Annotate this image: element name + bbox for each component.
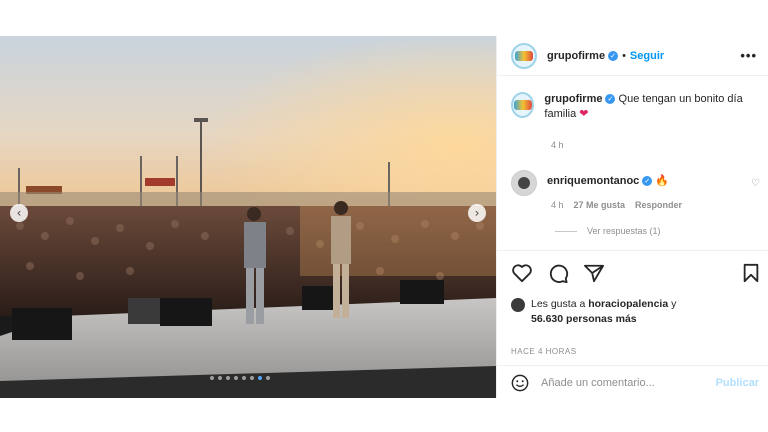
comment-like-heart-icon[interactable]: ♡ (751, 178, 760, 189)
post-header: grupofirme ✓ • Seguir ••• (497, 36, 768, 76)
likes-summary: Les gusta a horaciopalencia y 56.630 per… (511, 297, 676, 327)
carousel-dot (226, 376, 230, 380)
likes-joiner: y (671, 298, 677, 310)
comment-meta: 4 h 27 Me gusta Responder (551, 200, 682, 210)
share-icon[interactable] (583, 263, 605, 283)
heart-icon[interactable] (511, 263, 533, 283)
add-comment-bar: Añade un comentario... Publicar (497, 365, 768, 399)
post-age[interactable]: HACE 4 HORAS (511, 347, 577, 356)
commenter-avatar[interactable] (511, 170, 537, 196)
separator-dot: • (622, 49, 626, 62)
caption-username[interactable]: grupofirme (544, 93, 602, 105)
carousel-dot (218, 376, 222, 380)
follow-button[interactable]: Seguir (630, 50, 664, 62)
view-replies-label: Ver respuestas (1) (587, 226, 661, 236)
commenter-face (518, 177, 530, 189)
post-image[interactable]: ‹ › (0, 36, 496, 398)
grupofirme-logo (513, 100, 532, 110)
author-username[interactable]: grupofirme (547, 50, 605, 62)
post-caption: grupofirme ✓ Que tengan un bonito día fam… (511, 92, 761, 122)
comment-timestamp[interactable]: 4 h (551, 200, 564, 210)
likes-count[interactable]: 56.630 personas más (531, 313, 637, 325)
previous-slide-button[interactable]: ‹ (10, 204, 28, 222)
concert-photo (0, 36, 496, 398)
comment-icon[interactable] (547, 263, 569, 283)
verified-badge-icon: ✓ (608, 50, 619, 61)
comment-input[interactable]: Añade un comentario... (541, 377, 716, 389)
more-options-icon[interactable]: ••• (740, 48, 757, 63)
carousel-dot (250, 376, 254, 380)
carousel-dot (242, 376, 246, 380)
carousel-dot (210, 376, 214, 380)
emoji-smile-icon[interactable] (511, 374, 529, 392)
carousel-dot-active (258, 376, 262, 380)
caption-text-block: grupofirme ✓ Que tengan un bonito día fam… (544, 92, 761, 122)
post-actions-section: Les gusta a horaciopalencia y 56.630 per… (497, 250, 768, 398)
comment-text-block: enriquemontanoc ✓ 🔥 (547, 174, 669, 196)
comment-item: enriquemontanoc ✓ 🔥 (511, 170, 761, 196)
action-icons (511, 263, 605, 283)
red-heart-emoji: ❤ (579, 108, 589, 120)
replies-divider (555, 230, 577, 232)
commenter-username[interactable]: enriquemontanoc (547, 175, 639, 187)
verified-badge-icon: ✓ (605, 94, 616, 105)
next-slide-button[interactable]: › (468, 204, 486, 222)
grupofirme-logo (515, 50, 533, 61)
caption-timestamp[interactable]: 4 h (551, 140, 564, 150)
reply-button[interactable]: Responder (635, 200, 682, 210)
likes-text: Les gusta a horaciopalencia y 56.630 per… (531, 297, 676, 327)
comment-likes[interactable]: 27 Me gusta (574, 200, 626, 210)
post-sidebar: grupofirme ✓ • Seguir ••• grupofirme ✓ Qu… (496, 36, 768, 398)
author-avatar[interactable] (511, 42, 537, 69)
likes-prefix: Les gusta a (531, 298, 586, 310)
caption-avatar[interactable] (511, 92, 535, 118)
verified-badge-icon: ✓ (642, 176, 653, 187)
carousel-dot (266, 376, 270, 380)
publish-button[interactable]: Publicar (716, 377, 759, 389)
fire-emoji: 🔥 (655, 175, 670, 187)
carousel-dot (234, 376, 238, 380)
liker-avatar[interactable] (511, 298, 525, 312)
view-replies-button[interactable]: Ver respuestas (1) (555, 226, 661, 236)
instagram-post: ‹ › grupofirme ✓ • Seguir ••• grupofirme… (0, 36, 768, 398)
carousel-indicator (210, 376, 270, 380)
liker-username[interactable]: horaciopalencia (588, 298, 668, 310)
save-button[interactable] (741, 263, 761, 283)
bookmark-icon (743, 263, 759, 283)
